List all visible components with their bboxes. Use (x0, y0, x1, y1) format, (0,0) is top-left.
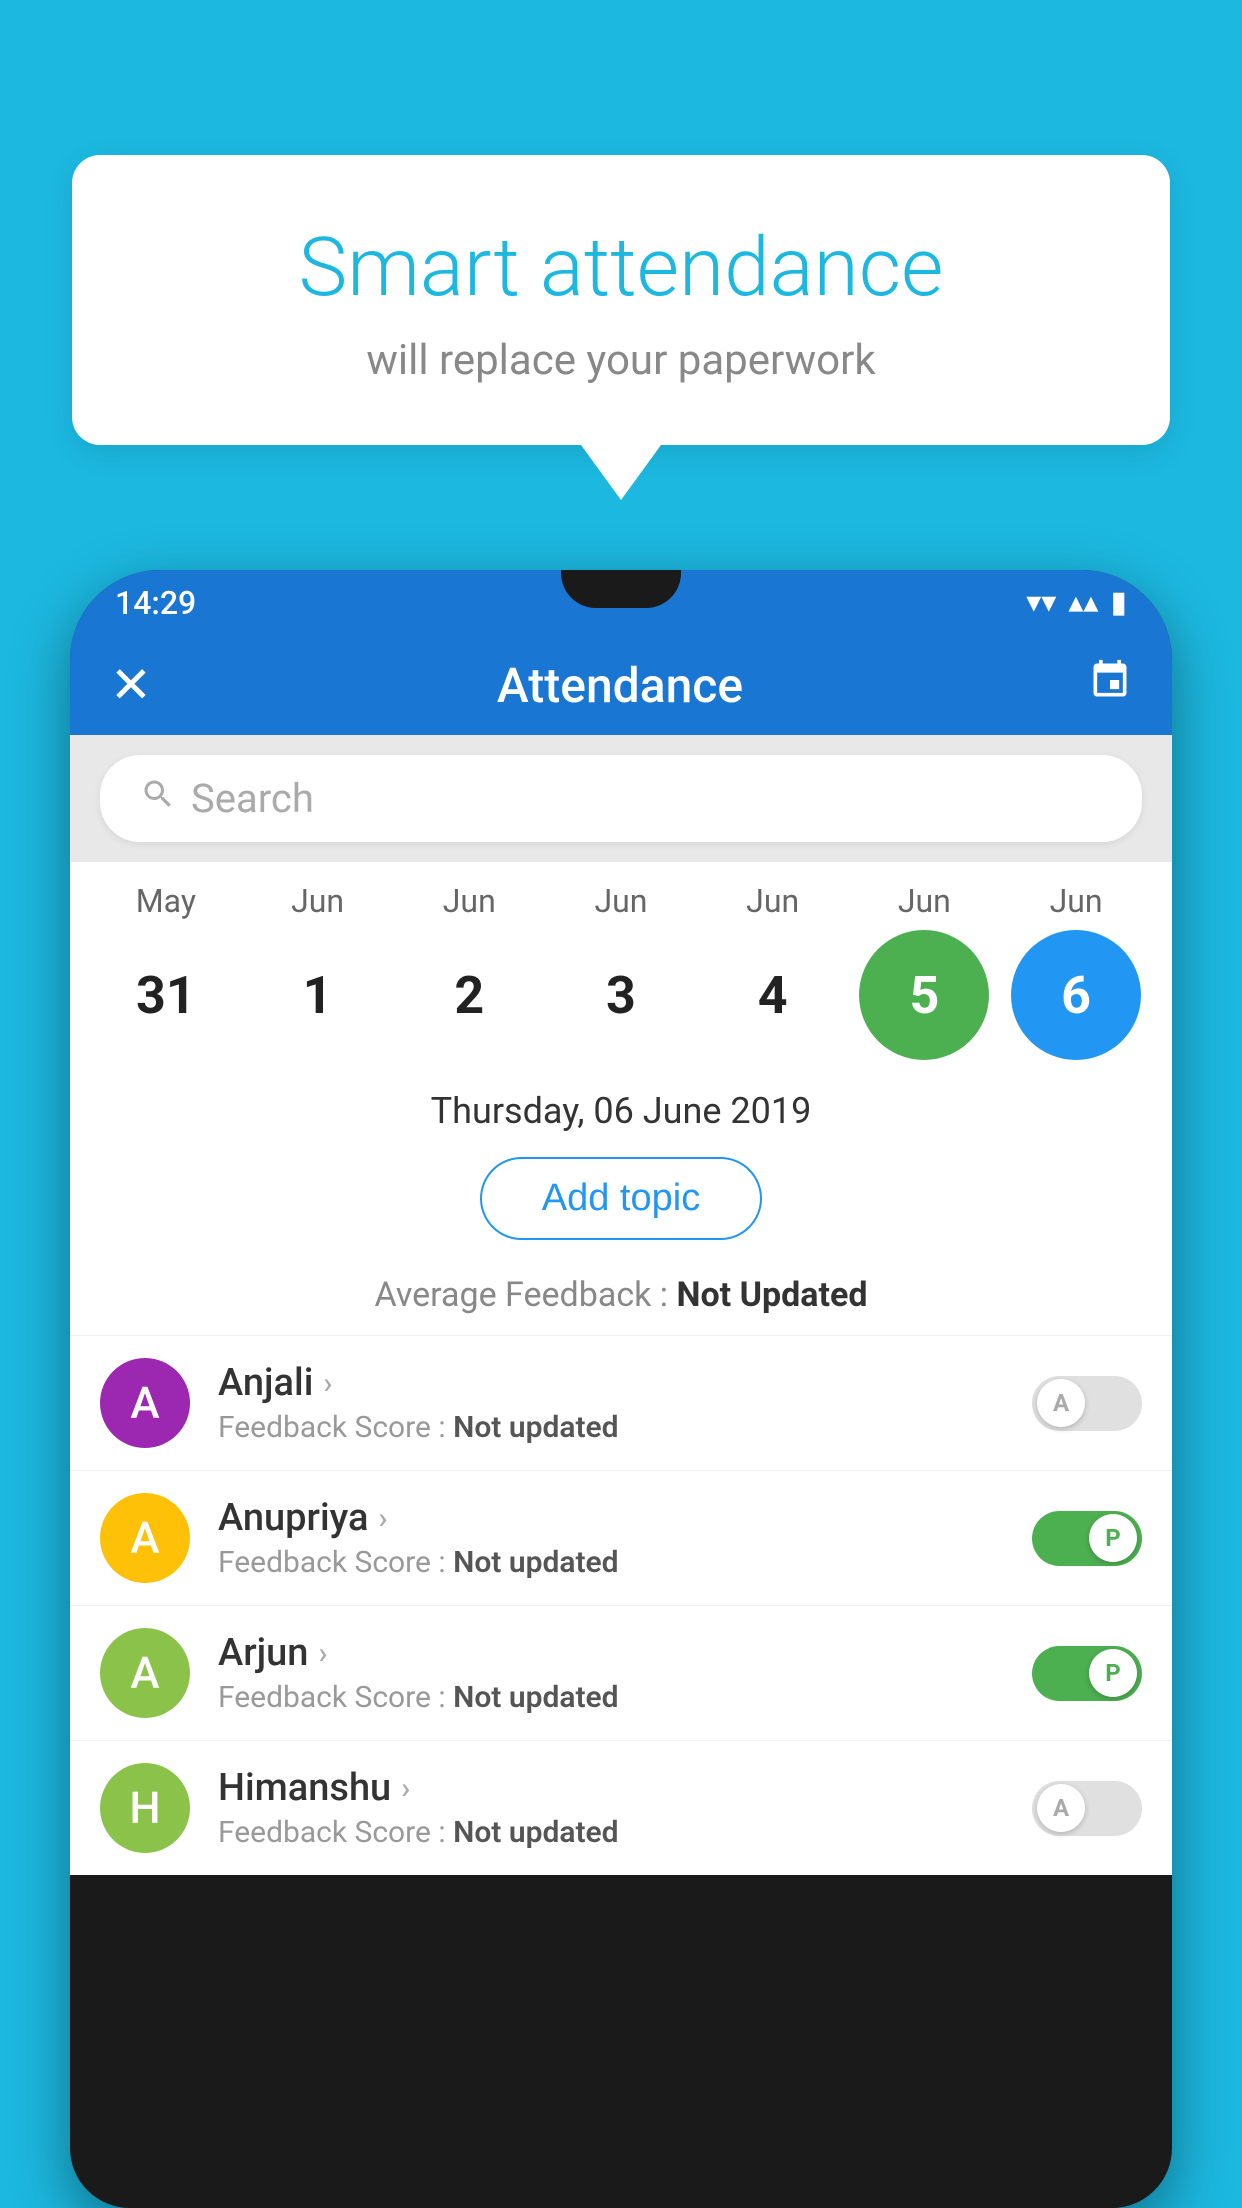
phone-notch (561, 570, 681, 608)
month-0: May (101, 882, 231, 920)
student-name-anupriya: Anupriya › (218, 1496, 1004, 1540)
calendar-strip: May Jun Jun Jun Jun Jun Jun 31 1 2 3 4 5… (70, 862, 1172, 1070)
month-6: Jun (1011, 882, 1141, 920)
app-title: Attendance (497, 657, 743, 714)
student-info-himanshu: Himanshu › Feedback Score : Not updated (218, 1766, 1004, 1850)
bubble-subtitle: will replace your paperwork (152, 336, 1090, 385)
add-topic-button[interactable]: Add topic (480, 1157, 762, 1240)
attendance-toggle-himanshu[interactable]: A (1032, 1781, 1142, 1836)
calendar-icon[interactable] (1088, 658, 1132, 713)
student-info-anupriya: Anupriya › Feedback Score : Not updated (218, 1496, 1004, 1580)
month-5: Jun (859, 882, 989, 920)
student-item-anjali[interactable]: A Anjali › Feedback Score : Not updated … (70, 1335, 1172, 1470)
avatar-arjun: A (100, 1628, 190, 1718)
bubble-title: Smart attendance (152, 220, 1090, 316)
toggle-knob-anupriya: P (1089, 1514, 1137, 1562)
student-name-arjun: Arjun › (218, 1631, 1004, 1675)
avg-feedback-label: Average Feedback : (375, 1275, 669, 1315)
search-bar[interactable]: Search (100, 755, 1142, 842)
day-6-selected[interactable]: 6 (1011, 930, 1141, 1060)
day-3[interactable]: 3 (556, 930, 686, 1060)
day-2[interactable]: 2 (404, 930, 534, 1060)
calendar-days: 31 1 2 3 4 5 6 (90, 930, 1152, 1060)
chevron-right-icon: › (378, 1501, 387, 1536)
student-item-anupriya[interactable]: A Anupriya › Feedback Score : Not update… (70, 1470, 1172, 1605)
day-5-today[interactable]: 5 (859, 930, 989, 1060)
student-feedback-anjali: Feedback Score : Not updated (218, 1410, 1004, 1445)
battery-icon: ▮ (1110, 585, 1127, 620)
screen-content: Search May Jun Jun Jun Jun Jun Jun 31 1 … (70, 735, 1172, 1875)
chevron-right-icon: › (318, 1636, 327, 1671)
toggle-knob-anjali: A (1037, 1379, 1085, 1427)
month-2: Jun (404, 882, 534, 920)
avatar-anjali: A (100, 1358, 190, 1448)
search-placeholder: Search (191, 775, 314, 822)
day-1[interactable]: 1 (253, 930, 383, 1060)
student-feedback-arjun: Feedback Score : Not updated (218, 1680, 1004, 1715)
chevron-right-icon: › (401, 1771, 410, 1806)
signal-icon: ▴▴ (1068, 585, 1098, 620)
screen-wrapper: ✕ Attendance Search (70, 635, 1172, 2208)
month-3: Jun (556, 882, 686, 920)
month-1: Jun (253, 882, 383, 920)
add-topic-wrapper: Add topic (70, 1147, 1172, 1275)
day-0[interactable]: 31 (101, 930, 231, 1060)
attendance-toggle-arjun[interactable]: P (1032, 1646, 1142, 1701)
status-time: 14:29 (115, 584, 196, 622)
student-info-anjali: Anjali › Feedback Score : Not updated (218, 1361, 1004, 1445)
toggle-knob-himanshu: A (1037, 1784, 1085, 1832)
app-bar: ✕ Attendance (70, 635, 1172, 735)
attendance-toggle-anupriya[interactable]: P (1032, 1511, 1142, 1566)
chevron-right-icon: › (323, 1366, 332, 1401)
toggle-knob-arjun: P (1089, 1649, 1137, 1697)
student-feedback-himanshu: Feedback Score : Not updated (218, 1815, 1004, 1850)
calendar-months: May Jun Jun Jun Jun Jun Jun (90, 882, 1152, 920)
student-item-himanshu[interactable]: H Himanshu › Feedback Score : Not update… (70, 1740, 1172, 1875)
speech-bubble-container: Smart attendance will replace your paper… (72, 155, 1170, 500)
speech-bubble-arrow (581, 445, 661, 500)
search-icon (140, 776, 176, 822)
month-4: Jun (708, 882, 838, 920)
student-list: A Anjali › Feedback Score : Not updated … (70, 1335, 1172, 1875)
status-bar: 14:29 ▾▾ ▴▴ ▮ (70, 570, 1172, 635)
avatar-himanshu: H (100, 1763, 190, 1853)
avg-feedback-value: Not Updated (676, 1275, 867, 1315)
speech-bubble: Smart attendance will replace your paper… (72, 155, 1170, 445)
attendance-toggle-anjali[interactable]: A (1032, 1376, 1142, 1431)
day-4[interactable]: 4 (708, 930, 838, 1060)
avatar-anupriya: A (100, 1493, 190, 1583)
wifi-icon: ▾▾ (1026, 585, 1056, 620)
student-info-arjun: Arjun › Feedback Score : Not updated (218, 1631, 1004, 1715)
student-name-anjali: Anjali › (218, 1361, 1004, 1405)
avg-feedback: Average Feedback : Not Updated (70, 1275, 1172, 1335)
student-name-himanshu: Himanshu › (218, 1766, 1004, 1810)
close-button[interactable]: ✕ (110, 656, 152, 715)
status-icons: ▾▾ ▴▴ ▮ (1026, 585, 1127, 620)
search-container: Search (70, 735, 1172, 862)
student-item-arjun[interactable]: A Arjun › Feedback Score : Not updated P (70, 1605, 1172, 1740)
student-feedback-anupriya: Feedback Score : Not updated (218, 1545, 1004, 1580)
date-label: Thursday, 06 June 2019 (70, 1070, 1172, 1147)
phone-frame: 14:29 ▾▾ ▴▴ ▮ ✕ Attendance (70, 570, 1172, 2208)
